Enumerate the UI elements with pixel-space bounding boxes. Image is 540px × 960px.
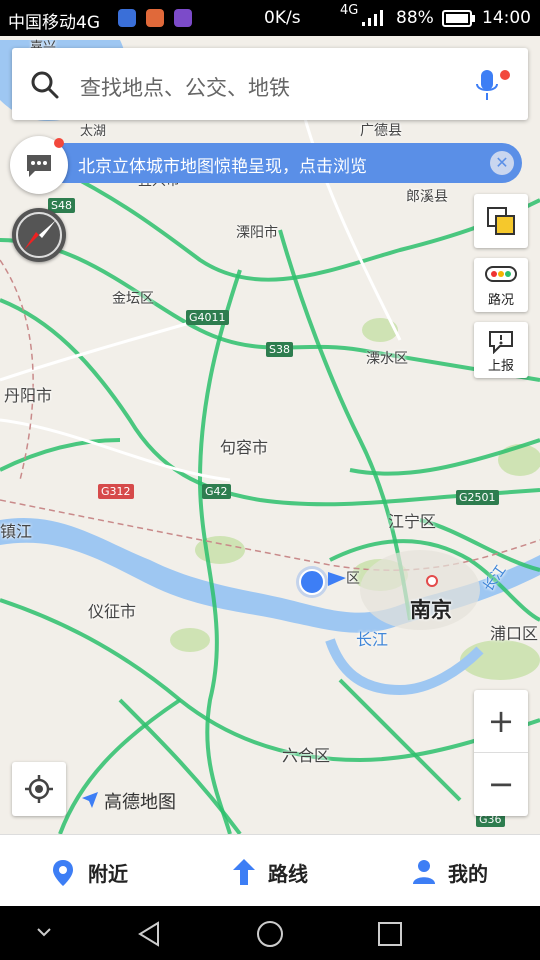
chevron-down-icon[interactable] [36,926,52,938]
chat-bubble-icon [27,155,51,177]
traffic-light-icon [485,266,517,282]
nav-route-label: 路线 [268,862,308,886]
system-nav-bar [0,906,540,960]
nav-mine[interactable]: 我的 [410,857,510,887]
compass-button[interactable] [12,208,66,262]
layers-button[interactable] [474,194,528,248]
logo-text: 高德地图 [104,792,176,813]
clock: 14:00 [482,8,531,28]
app-notification-icon [118,9,136,27]
photo-notification-icon [174,9,192,27]
road-shield: G312 [98,484,134,499]
message-button[interactable] [10,136,68,194]
signal-icon [362,10,383,26]
place-label: 仪征市 [88,602,137,621]
report-icon [489,331,513,354]
nav-route[interactable]: 路线 [230,857,330,887]
message-notification-dot [54,138,64,148]
layers-icon [487,207,515,235]
search-input[interactable]: 查找地点、公交、地铁 [80,72,290,102]
logo-arrow-icon [82,792,98,808]
city-label-nanjing: 南京 [410,598,452,622]
promo-banner[interactable]: 北京立体城市地图惊艳呈现，点击浏览 ✕ [12,143,522,183]
crosshair-icon [25,775,53,803]
zoom-out-button[interactable]: − [474,753,528,815]
place-label: 金坛区 [112,291,154,307]
recent-apps-icon[interactable] [376,920,404,948]
close-icon[interactable]: ✕ [490,151,514,175]
mic-notification-dot [500,70,510,80]
report-button[interactable]: 上报 [474,322,528,378]
network-type: 4G [340,3,359,18]
place-label: 丹阳市 [4,386,53,405]
compass-icon [16,212,62,258]
nav-mine-label: 我的 [448,862,488,886]
banner-text: 北京立体城市地图惊艳呈现，点击浏览 [78,157,367,177]
location-pin-icon [53,860,73,886]
route-arrow-icon [233,859,255,885]
network-speed: 0K/s [264,8,301,28]
zoom-in-button[interactable]: + [474,690,528,753]
place-label: 浦口区 [490,624,539,643]
back-icon[interactable] [136,920,164,948]
nav-nearby-label: 附近 [88,862,128,886]
carrier-label: 中国移动4G [8,13,100,33]
report-label: 上报 [487,359,514,374]
battery-percent: 88% [396,8,434,28]
search-icon [31,71,59,99]
road-shield: G4011 [186,310,229,325]
place-label: 郎溪县 [406,189,448,205]
traffic-button[interactable]: 路况 [474,258,528,312]
place-label: 句容市 [220,438,269,457]
place-label: 太湖 [80,124,107,139]
user-icon [413,860,435,884]
road-shield: G42 [202,484,231,499]
road-shield: G2501 [456,490,499,505]
locate-button[interactable] [12,762,66,816]
status-bar: 中国移动4G 0K/s 4G 88% 14:00 [0,0,540,36]
place-label: 江宁区 [388,512,437,531]
place-label: 镇江 [0,522,33,541]
traffic-label: 路况 [487,293,514,308]
river-label: 长江 [356,630,389,649]
home-icon[interactable] [255,919,285,949]
place-label: 六合区 [282,746,331,765]
nav-nearby[interactable]: 附近 [50,857,150,887]
place-label: 溧水区 [366,351,408,367]
place-label: 区 [346,571,360,587]
road-shield: S38 [266,342,293,357]
gallery-notification-icon [146,9,164,27]
search-bar[interactable]: 查找地点、公交、地铁 [12,48,528,120]
zoom-controls: + − [474,690,528,816]
bottom-nav: 附近 路线 我的 [0,834,540,907]
place-label: 广德县 [360,123,402,139]
place-label: 溧阳市 [236,225,278,241]
battery-icon [442,10,475,27]
microphone-icon[interactable] [474,68,500,102]
